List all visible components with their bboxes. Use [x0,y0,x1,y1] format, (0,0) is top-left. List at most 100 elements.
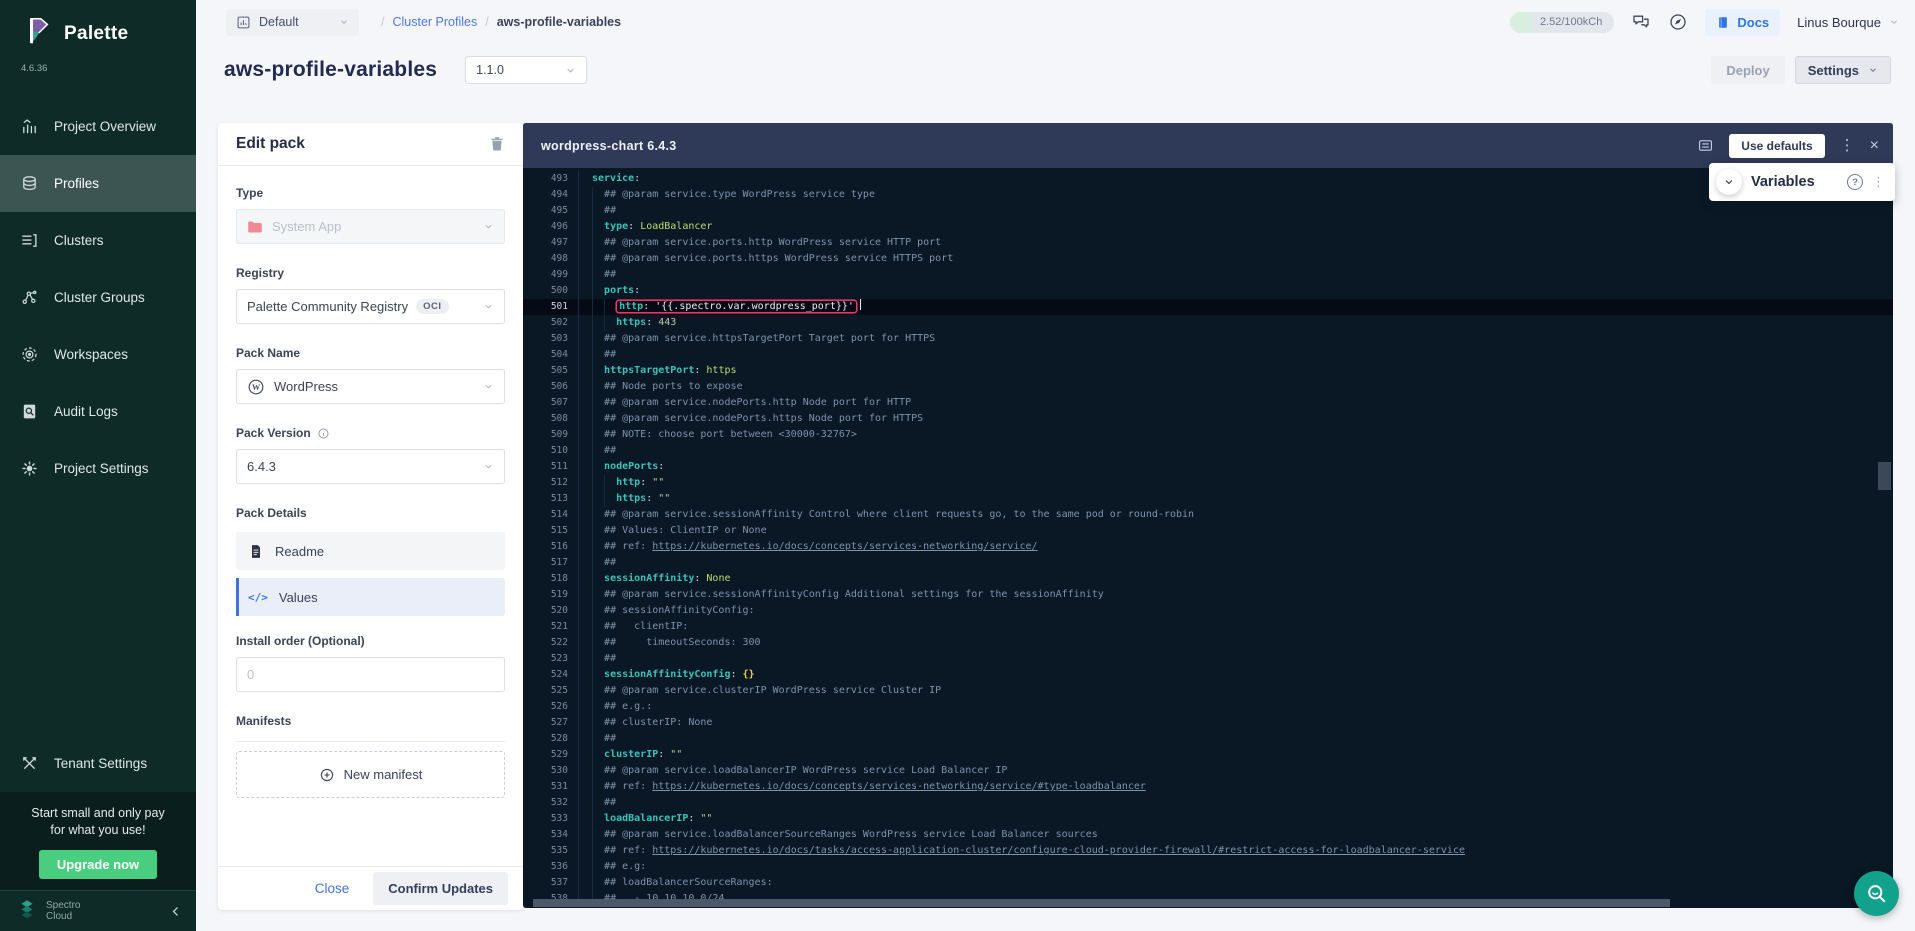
horizontal-scrollbar-thumb[interactable] [533,899,1670,907]
vertical-scrollbar-thumb[interactable] [1878,462,1891,490]
sidebar-item-workspaces[interactable]: Workspaces [0,326,196,383]
close-button[interactable]: Close [315,881,350,896]
magnifier-smile-icon [1865,882,1889,906]
code-editor[interactable]: 493service:494 ## @param service.type Wo… [523,168,1893,908]
code-text: https: "" [579,491,670,507]
line-number: 533 [523,811,579,827]
upgrade-now-button[interactable]: Upgrade now [39,850,157,879]
network-icon [20,288,39,307]
pack-name-select[interactable]: W WordPress [236,369,505,404]
new-manifest-button[interactable]: New manifest [236,751,505,798]
app-version: 4.6.36 [21,63,196,74]
chevron-down-icon [1889,17,1899,27]
confirm-updates-button[interactable]: Confirm Updates [373,872,508,905]
edit-pack-title: Edit pack [236,135,305,153]
line-number: 518 [523,571,579,587]
sidebar-item-tenant-settings[interactable]: Tenant Settings [0,735,196,792]
code-text: ## ref: https://kubernetes.io/docs/conce… [579,539,1038,555]
code-text: ## Node ports to expose [579,379,743,395]
topbar: Default /Cluster Profiles/aws-profile-va… [196,0,1915,44]
code-text: ## @param service.ports.https WordPress … [579,251,953,267]
promo-line-1: Start small and only pay [0,805,196,822]
line-number: 528 [523,731,579,747]
code-text: ## @param service.nodePorts.https Node p… [579,411,923,427]
code-line-512: 512 http: "" [523,475,1893,491]
use-defaults-button[interactable]: Use defaults [1729,134,1824,158]
registry-select[interactable]: Palette Community Registry OCI [236,289,505,324]
delete-pack-trash-icon[interactable] [487,134,507,154]
deploy-button[interactable]: Deploy [1711,56,1784,84]
code-line-523: 523 ## [523,651,1893,667]
help-widget-button[interactable] [1854,871,1899,916]
editor-close-icon[interactable]: × [1870,138,1879,154]
line-number: 513 [523,491,579,507]
sidebar-item-project-settings[interactable]: Project Settings [0,440,196,497]
chevron-down-icon [483,461,494,472]
code-text: ## [579,347,616,363]
spectro-cloud-wordmark: Spectro Cloud [46,900,80,922]
pack-details-readme[interactable]: Readme [236,532,505,570]
code-line-500: 500 ports: [523,283,1893,299]
variables-collapse-chevron-icon[interactable] [1716,169,1742,195]
code-line-534: 534 ## @param service.loadBalancerSource… [523,827,1893,843]
explore-compass-icon[interactable] [1668,12,1688,32]
code-text: ## @param service.sessionAffinity Contro… [579,507,1194,523]
code-line-514: 514 ## @param service.sessionAffinity Co… [523,507,1893,523]
upgrade-promo: Start small and only pay for what you us… [0,792,196,890]
sidebar: Palette 4.6.36 Project OverviewProfilesC… [0,0,196,931]
edit-pack-panel: Edit pack Type System App Regist [218,123,523,910]
diff-view-icon[interactable] [1697,137,1714,154]
settings-button[interactable]: Settings [1795,56,1891,84]
code-line-502: 502 https: 443 [523,315,1893,331]
code-line-521: 521 ## clientIP: [523,619,1893,635]
line-number: 532 [523,795,579,811]
code-line-520: 520 ## sessionAffinityConfig: [523,603,1893,619]
pack-version-select[interactable]: 6.4.3 [236,449,505,484]
line-number: 505 [523,363,579,379]
line-number: 495 [523,203,579,219]
sidebar-item-label: Clusters [54,233,104,248]
line-number: 498 [523,251,579,267]
install-order-input[interactable] [236,657,505,692]
sidebar-item-profiles[interactable]: Profiles [0,155,196,212]
layers-icon [20,174,39,193]
breadcrumb-cluster-profiles[interactable]: Cluster Profiles [392,15,477,29]
sidebar-item-project-overview[interactable]: Project Overview [0,98,196,155]
line-number: 506 [523,379,579,395]
editor-kebab-menu-icon[interactable]: ⋮ [1840,138,1855,153]
line-number: 520 [523,603,579,619]
code-line-508: 508 ## @param service.nodePorts.https No… [523,411,1893,427]
variables-kebab-menu-icon[interactable]: ⋮ [1872,175,1885,190]
sidebar-footer: Spectro Cloud [0,890,196,931]
code-text: ## [579,267,616,283]
sidebar-item-clusters[interactable]: Clusters [0,212,196,269]
code-text: ## [579,651,616,667]
user-menu[interactable]: Linus Bourque [1797,15,1899,30]
profile-version-select[interactable]: 1.1.0 [465,56,587,84]
code-line-519: 519 ## @param service.sessionAffinityCon… [523,587,1893,603]
pack-details-values[interactable]: </>Values [236,578,505,616]
code-line-516: 516 ## ref: https://kubernetes.io/docs/c… [523,539,1893,555]
code-text: http: "" [579,475,664,491]
chevron-down-icon [1868,65,1878,75]
line-number: 514 [523,507,579,523]
variables-help-icon[interactable]: ? [1847,174,1863,190]
code-line-506: 506 ## Node ports to expose [523,379,1893,395]
code-line-517: 517 ## [523,555,1893,571]
pack-details-label: Pack Details [236,506,505,520]
docs-button[interactable]: Docs [1705,9,1780,36]
collapse-sidebar-icon[interactable] [169,905,182,918]
project-selector[interactable]: Default [226,9,359,36]
feedback-chat-icon[interactable] [1631,12,1651,32]
page-header: aws-profile-variables 1.1.0 Deploy Setti… [196,44,1915,96]
highlighted-variable: http: '{{.spectro.var.wordpress_port}}' [617,301,856,312]
line-number: 537 [523,875,579,891]
breadcrumb: /Cluster Profiles/aws-profile-variables [373,15,621,29]
sidebar-item-cluster-groups[interactable]: Cluster Groups [0,269,196,326]
code-line-524: 524 sessionAffinityConfig: {} [523,667,1893,683]
user-name: Linus Bourque [1797,15,1881,30]
line-number: 527 [523,715,579,731]
sidebar-item-audit-logs[interactable]: Audit Logs [0,383,196,440]
code-text: ## clusterIP: None [579,715,712,731]
text-caret [860,299,861,310]
